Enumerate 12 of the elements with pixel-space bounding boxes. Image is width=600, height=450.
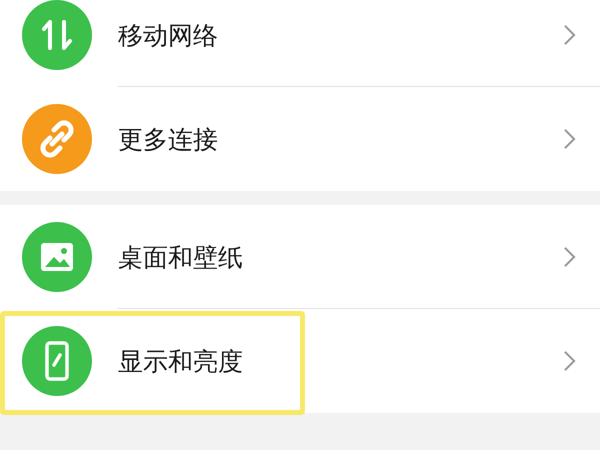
item-label: 桌面和壁纸 [118, 242, 244, 274]
item-label: 显示和亮度 [118, 346, 244, 378]
item-label: 更多连接 [118, 124, 219, 156]
settings-item[interactable]: 显示和亮度 [0, 309, 600, 413]
chevron-right-icon [563, 128, 576, 150]
chevron-right-icon [563, 350, 576, 372]
settings-item[interactable]: 更多连接 [0, 87, 600, 191]
settings-item[interactable]: 桌面和壁纸 [0, 205, 600, 309]
item-label: 移动网络 [118, 20, 219, 52]
chevron-right-icon [563, 24, 576, 46]
settings-item[interactable]: 移动网络 [0, 0, 600, 87]
chevron-right-icon [563, 246, 576, 268]
